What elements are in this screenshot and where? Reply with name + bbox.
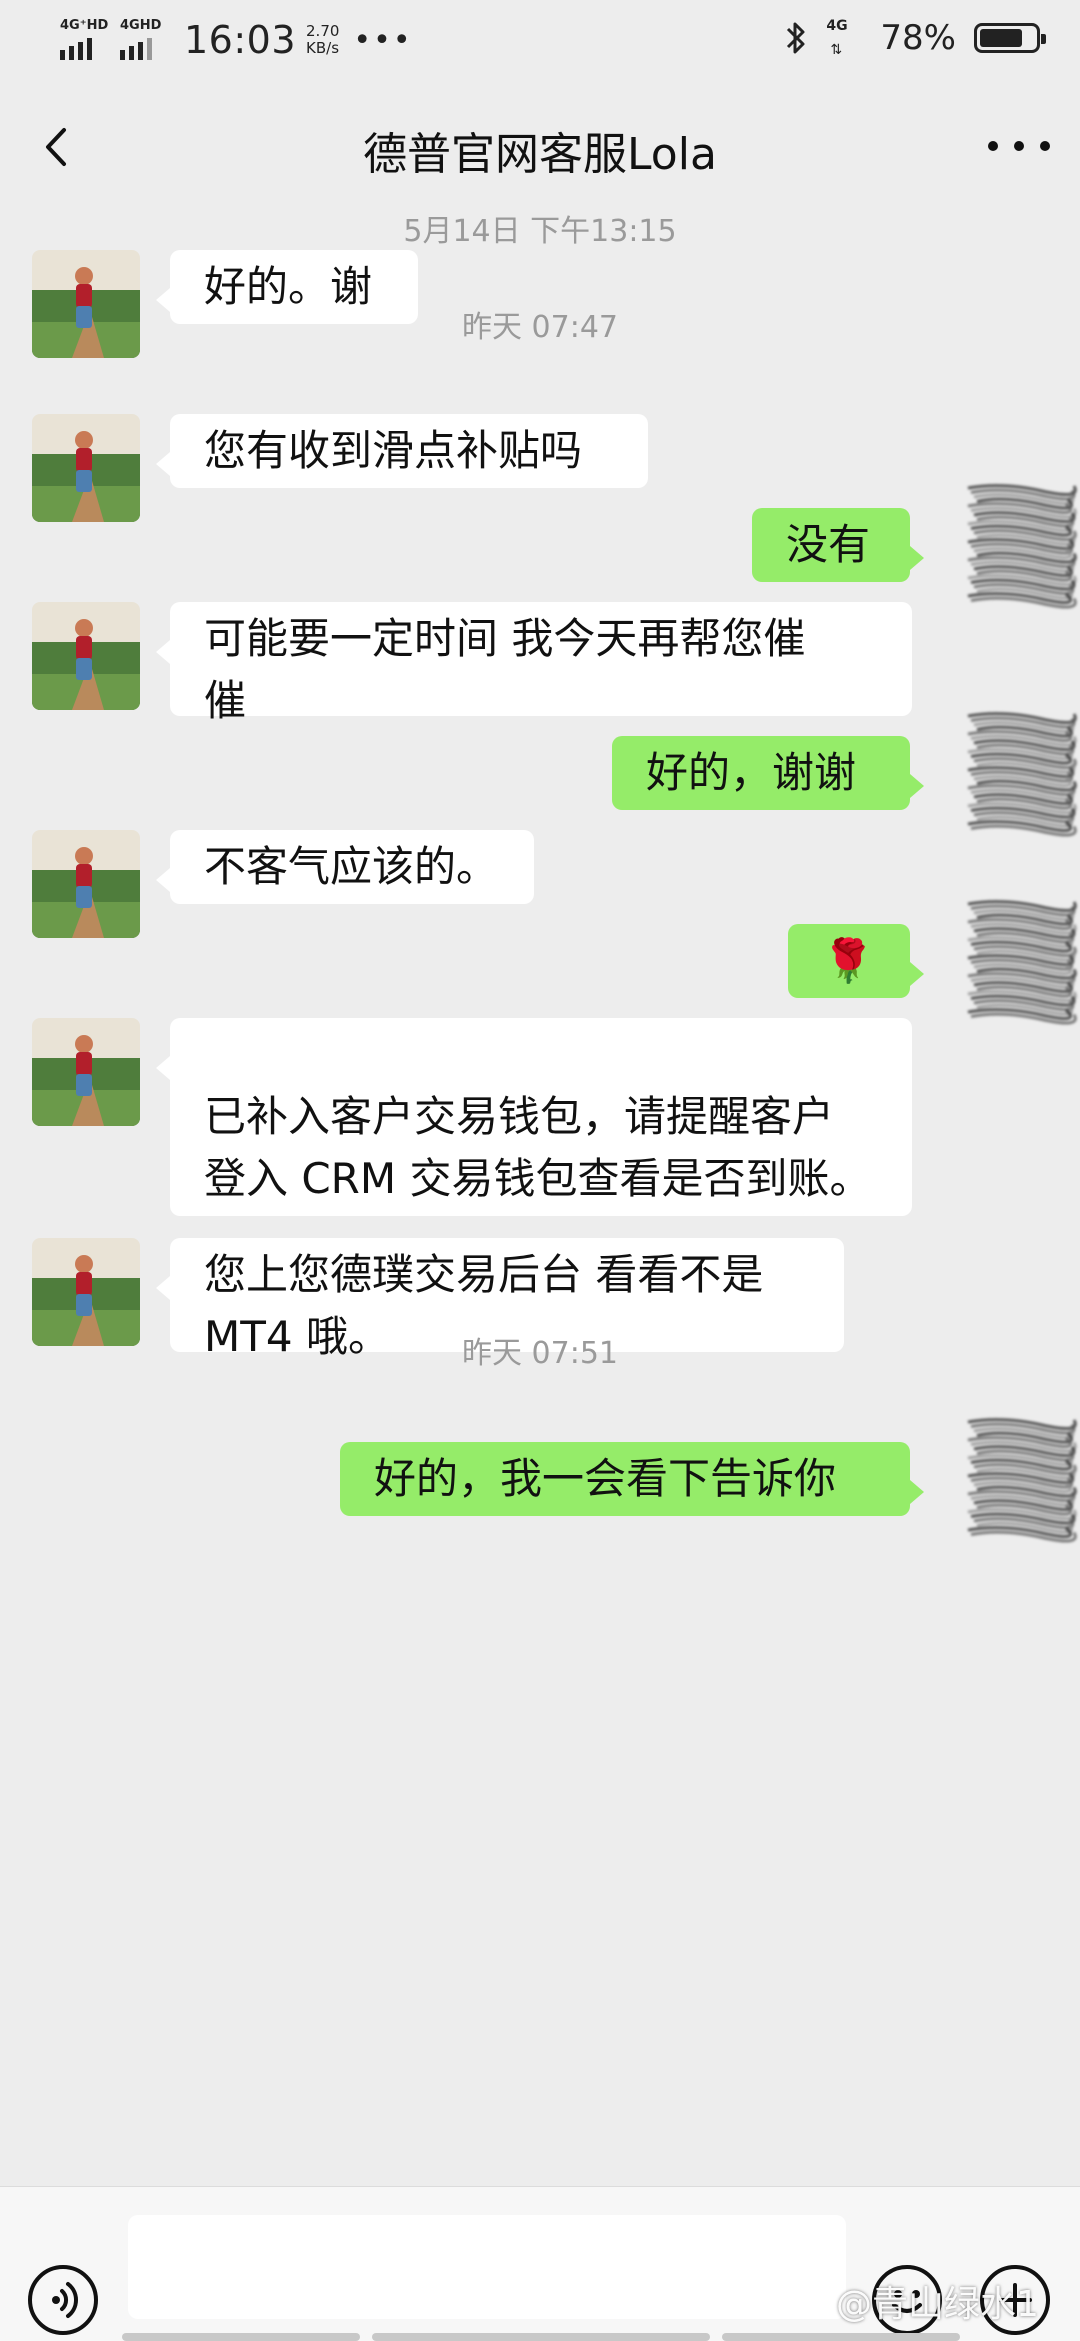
network-type-label: 4G⁺HD [60, 18, 109, 33]
more-dots-icon[interactable] [988, 126, 1050, 166]
chat-title: 德普官网客服Lola [363, 129, 717, 180]
incoming-message-bubble[interactable]: 可能要一定时间 我今天再帮您催催 [156, 602, 912, 725]
more-notifications-icon: ••• [353, 22, 413, 58]
message-text: 好的，我一会看下告诉你 [374, 1454, 837, 1503]
redacted-avatar [962, 696, 1080, 850]
message-timestamp: 5月14日 下午13:15 [403, 214, 677, 249]
message-timestamp: 昨天 07:47 [462, 310, 618, 345]
avatar[interactable] [32, 830, 140, 938]
message-text: 您上您德璞交易后台 看看不是 [204, 1250, 764, 1299]
bluetooth-icon [787, 22, 805, 54]
data-network-icon: 4G ⇅ [826, 18, 848, 58]
message-text: 可能要一定时间 我今天再帮您催 [204, 614, 806, 663]
voice-icon[interactable] [28, 2265, 98, 2335]
message-list[interactable]: 5月14日 下午13:15 好的。谢 昨天 07:47 您有收到滑点补贴吗 没有 可能要一… [0, 214, 1080, 2186]
weibo-watermark: @青山绿水1 [836, 2284, 1039, 2325]
status-bar: 4G⁺HD 4GHD 16:03 2.70 KB/s ••• 4G ⇅ 78% [0, 0, 1080, 82]
network-speed: 2.70 KB/s [306, 23, 339, 57]
message-text: 已补入客户交易钱包，请提醒客户 [204, 1092, 835, 1141]
message-text: 催 [204, 676, 247, 725]
network-type-label-2: 4GHD [120, 18, 162, 33]
network-type-label-3: 4G [826, 18, 848, 34]
battery-percent: 78% [880, 18, 956, 58]
redacted-avatar [962, 468, 1080, 622]
incoming-message-bubble[interactable]: 您有收到滑点补贴吗 [156, 414, 648, 488]
battery-icon [974, 23, 1046, 53]
avatar[interactable] [32, 414, 140, 522]
status-bar-left: 4G⁺HD 4GHD 16:03 2.70 KB/s ••• [60, 18, 413, 62]
outgoing-message-bubble[interactable]: 🌹 [788, 924, 924, 998]
incoming-message-bubble[interactable]: 不客气应该的。 [156, 830, 534, 904]
message-input[interactable] [128, 2215, 846, 2319]
network-speed-value: 2.70 [306, 22, 340, 40]
avatar[interactable] [32, 602, 140, 710]
status-bar-right: 4G ⇅ 78% [784, 18, 1046, 58]
input-bar: @青山绿水1 [0, 2186, 1080, 2341]
redacted-avatar [962, 884, 1080, 1038]
redacted-avatar [962, 1402, 1080, 1556]
signal-icon: 4G⁺HD [60, 18, 114, 62]
message-text: 您有收到滑点补贴吗 [204, 426, 583, 475]
message-text: 登入 CRM 交易钱包查看是否到账。 [204, 1154, 872, 1203]
network-speed-unit: KB/s [306, 39, 340, 57]
incoming-message-bubble[interactable]: 已补入客户交易钱包，请提醒客户 登入 CRM 交易钱包查看是否到账。 [156, 1018, 912, 1216]
status-time: 16:03 [184, 18, 297, 62]
outgoing-message-bubble[interactable]: 好的，我一会看下告诉你 [340, 1442, 924, 1516]
message-text: 没有 [786, 520, 871, 569]
message-text: 🌹 [822, 936, 875, 985]
message-text: 好的，谢谢 [646, 748, 857, 797]
chat-header: 德普官网客服Lola [0, 82, 1080, 214]
message-text: 不客气应该的。 [204, 842, 499, 891]
signal-icon-2: 4GHD [120, 18, 174, 62]
message-timestamp: 昨天 07:51 [462, 1336, 618, 1371]
avatar[interactable] [32, 1018, 140, 1126]
outgoing-message-bubble[interactable]: 好的，谢谢 [612, 736, 924, 810]
outgoing-message-bubble[interactable]: 没有 [752, 508, 924, 582]
